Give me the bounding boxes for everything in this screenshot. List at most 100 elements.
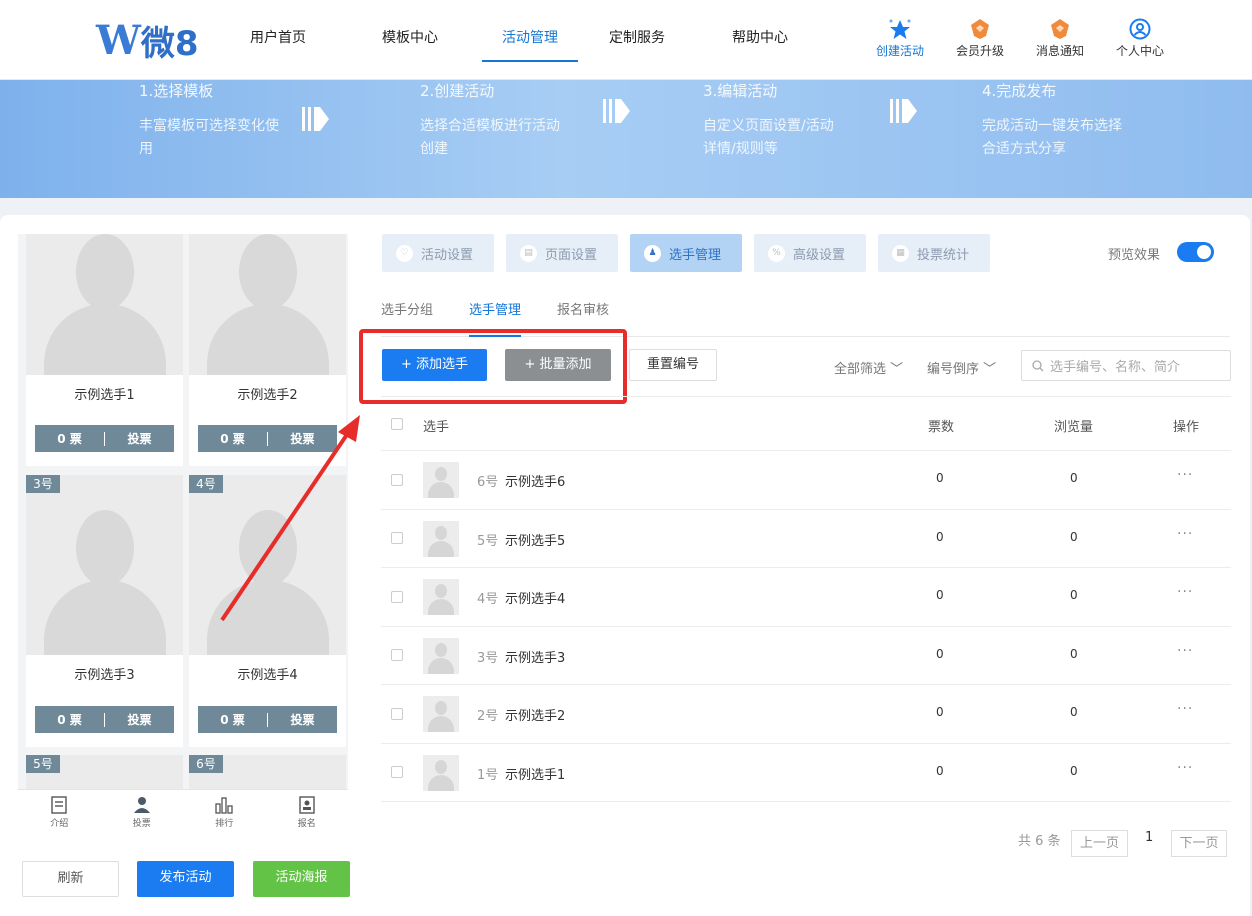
create-activity-button[interactable]: 创建活动 xyxy=(860,18,940,59)
refresh-button[interactable]: 刷新 xyxy=(22,861,119,897)
annotation-arrow-icon xyxy=(220,415,360,622)
vote-bar[interactable]: 0 票 投票 xyxy=(198,706,337,733)
chevron-down-icon: ﹀ xyxy=(890,362,904,377)
tabbar-signup[interactable]: 报名 xyxy=(266,790,349,835)
tab-activity-settings[interactable]: ♡ 活动设置 xyxy=(382,234,494,272)
tab-label: 活动设置 xyxy=(421,247,474,263)
activity-poster-button[interactable]: 活动海报 xyxy=(253,861,350,897)
preview-toggle-switch[interactable] xyxy=(1177,242,1214,262)
candidate-name: 示例选手1 xyxy=(74,388,135,403)
view-count: 0 xyxy=(1070,471,1078,485)
candidate-name: 示例选手4 xyxy=(237,668,298,683)
table-row: 4号 示例选手4 0 0 ··· xyxy=(381,568,1231,627)
step-2: 2.创建活动 选择合适模板进行活动创建 xyxy=(420,80,560,161)
candidate-name: 示例选手5 xyxy=(505,533,566,549)
step-1: 1.选择模板 丰富模板可选择变化使用 xyxy=(139,80,279,161)
candidate-name: 示例选手2 xyxy=(237,388,298,403)
main-nav: 用户首页 模板中心 活动管理 定制服务 帮助中心 xyxy=(230,0,808,80)
table-row: 1号 示例选手1 0 0 ··· xyxy=(381,744,1231,802)
vote-bar[interactable]: 0 票 投票 xyxy=(35,425,174,452)
row-checkbox[interactable] xyxy=(391,590,403,603)
reset-numbering-button[interactable]: 重置编号 xyxy=(629,349,717,381)
profile-button[interactable]: 个人中心 xyxy=(1100,18,1180,59)
prev-page-button[interactable]: 上一页 xyxy=(1071,830,1128,857)
stats-icon: ▦ xyxy=(892,244,909,262)
candidate-number-tag: 3号 xyxy=(26,475,60,493)
nav-item-help[interactable]: 帮助中心 xyxy=(712,0,808,80)
step-1-desc: 丰富模板可选择变化使用 xyxy=(139,118,279,157)
steps-banner: 1.选择模板 丰富模板可选择变化使用 2.创建活动 选择合适模板进行活动创建 3… xyxy=(0,80,1252,198)
nav-item-home[interactable]: 用户首页 xyxy=(230,0,326,80)
row-checkbox[interactable] xyxy=(391,532,403,545)
step-3: 3.编辑活动 自定义页面设置/活动详情/规则等 xyxy=(703,80,843,161)
select-all-checkbox[interactable] xyxy=(391,417,403,430)
current-page[interactable]: 1 xyxy=(1145,830,1153,845)
tab-vote-statistics[interactable]: ▦ 投票统计 xyxy=(878,234,990,272)
row-checkbox[interactable] xyxy=(391,766,403,779)
sort-dropdown[interactable]: 编号倒序 ﹀ xyxy=(927,358,996,377)
view-count: 0 xyxy=(1070,646,1078,661)
badge-icon xyxy=(266,794,349,816)
vote-button[interactable]: 投票 xyxy=(268,711,337,728)
member-upgrade-button[interactable]: 会员升级 xyxy=(940,18,1020,59)
create-activity-label: 创建活动 xyxy=(875,44,924,58)
row-checkbox[interactable] xyxy=(391,707,403,720)
step-3-desc: 自定义页面设置/活动详情/规则等 xyxy=(703,118,834,157)
publish-activity-button[interactable]: 发布活动 xyxy=(137,861,234,897)
step-2-title: 2.创建活动 xyxy=(420,82,495,100)
tabbar-intro-label: 介绍 xyxy=(50,819,69,829)
vote-count: 0 xyxy=(936,646,944,661)
candidate-number: 1号 xyxy=(477,767,499,783)
more-actions-button[interactable]: ··· xyxy=(1177,701,1193,717)
column-header-views: 浏览量 xyxy=(1054,420,1094,435)
more-actions-button[interactable]: ··· xyxy=(1177,643,1193,659)
page-icon: ▤ xyxy=(520,244,537,262)
next-page-button[interactable]: 下一页 xyxy=(1171,830,1227,857)
vote-count: 0 xyxy=(936,705,944,719)
vote-button[interactable]: 投票 xyxy=(105,430,174,447)
candidate-avatar xyxy=(423,579,459,615)
row-checkbox[interactable] xyxy=(391,649,403,662)
tabbar-vote[interactable]: 投票 xyxy=(101,790,184,835)
row-checkbox[interactable] xyxy=(391,473,403,486)
candidate-number-tag: 5号 xyxy=(26,755,60,773)
candidate-name: 示例选手4 xyxy=(505,592,566,607)
candidate-number: 6号 xyxy=(477,475,499,490)
candidate-photo xyxy=(26,475,183,655)
candidate-avatar xyxy=(423,462,459,498)
more-actions-button[interactable]: ··· xyxy=(1177,760,1193,776)
logo[interactable]: W 微8 xyxy=(96,17,199,64)
nav-item-templates[interactable]: 模板中心 xyxy=(362,0,458,80)
tab-candidate-management[interactable]: ♟ 选手管理 xyxy=(630,234,742,272)
nav-item-custom-service[interactable]: 定制服务 xyxy=(589,0,685,80)
table-row: 6号 示例选手6 0 0 ··· xyxy=(381,451,1231,510)
notifications-button[interactable]: 消息通知 xyxy=(1020,18,1100,59)
filter-all-label: 全部筛选 xyxy=(834,362,887,377)
filter-all-dropdown[interactable]: 全部筛选 ﹀ xyxy=(834,358,903,377)
more-actions-button[interactable]: ··· xyxy=(1177,526,1193,542)
more-actions-button[interactable]: ··· xyxy=(1177,584,1193,600)
candidate-name: 示例选手3 xyxy=(74,668,135,683)
more-actions-button[interactable]: ··· xyxy=(1177,467,1193,483)
search-input[interactable]: 选手编号、名称、简介 xyxy=(1021,350,1231,381)
star-icon xyxy=(860,18,940,40)
nav-item-activity-management[interactable]: 活动管理 xyxy=(482,0,578,80)
column-header-candidate: 选手 xyxy=(423,420,450,435)
crown-icon xyxy=(940,18,1020,40)
column-header-actions: 操作 xyxy=(1173,420,1200,435)
tabbar-rank[interactable]: 排行 xyxy=(183,790,266,835)
person-icon xyxy=(101,794,184,816)
tabbar-intro[interactable]: 介绍 xyxy=(18,790,101,835)
tab-page-settings[interactable]: ▤ 页面设置 xyxy=(506,234,618,272)
vote-button[interactable]: 投票 xyxy=(105,711,174,728)
tab-advanced-settings[interactable]: % 高级设置 xyxy=(754,234,866,272)
tabbar-vote-label: 投票 xyxy=(132,819,151,829)
vote-bar[interactable]: 0 票 投票 xyxy=(35,706,174,733)
candidate-avatar xyxy=(423,696,459,732)
vote-count: 0 票 xyxy=(220,713,245,727)
bar-chart-icon xyxy=(183,794,266,816)
member-upgrade-label: 会员升级 xyxy=(955,44,1004,58)
logo-text: 微8 xyxy=(140,23,199,64)
table-row: 5号 示例选手5 0 0 ··· xyxy=(381,510,1231,568)
vote-count: 0 票 xyxy=(57,432,82,446)
